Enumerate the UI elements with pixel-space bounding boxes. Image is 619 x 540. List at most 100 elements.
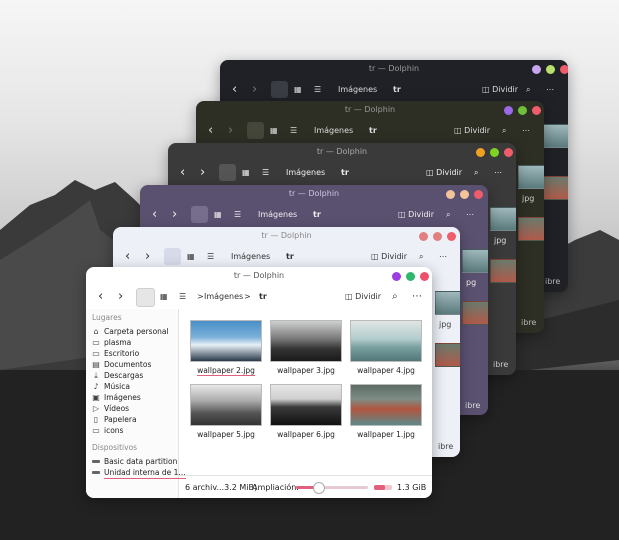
details-view-icon[interactable]: ☰ xyxy=(290,123,297,139)
close-button[interactable] xyxy=(474,190,483,199)
forward-button[interactable]: › xyxy=(228,123,233,139)
partial-thumbnail[interactable] xyxy=(462,301,488,325)
close-button[interactable] xyxy=(420,272,429,281)
sidebar-item[interactable]: Basic data partition xyxy=(92,456,177,467)
search-icon[interactable]: ⌕ xyxy=(446,207,450,223)
file-view[interactable]: wallpaper 2.jpg wallpaper 3.jpg wallpape… xyxy=(178,309,432,482)
search-icon[interactable]: ⌕ xyxy=(502,123,506,139)
search-icon[interactable]: ⌕ xyxy=(526,82,530,98)
icons-view-button[interactable] xyxy=(191,206,208,223)
breadcrumb-parent[interactable]: Imágenes xyxy=(231,249,270,265)
sidebar-item[interactable]: ▭ icons xyxy=(92,425,123,436)
sidebar-item[interactable]: ▤ Documentos xyxy=(92,359,151,370)
menu-icon[interactable]: ⋯ xyxy=(439,249,447,265)
maximize-button[interactable] xyxy=(406,272,415,281)
minimize-button[interactable] xyxy=(419,232,428,241)
breadcrumb-parent[interactable]: Imágenes xyxy=(258,207,297,223)
sidebar-item[interactable]: ▯ Papelera xyxy=(92,414,137,425)
split-button[interactable]: ◫ Dividir xyxy=(345,289,381,305)
details-view-icon[interactable]: ☰ xyxy=(314,82,321,98)
partial-thumbnail[interactable] xyxy=(435,343,460,367)
split-button[interactable]: ◫ Dividir xyxy=(398,207,434,223)
minimize-button[interactable] xyxy=(446,190,455,199)
menu-icon[interactable]: ⋯ xyxy=(522,123,530,139)
minimize-button[interactable] xyxy=(392,272,401,281)
compact-view-icon[interactable]: ▦ xyxy=(242,165,250,181)
icons-view-button[interactable] xyxy=(247,122,264,139)
details-view-icon[interactable]: ☰ xyxy=(207,249,214,265)
breadcrumb-current[interactable]: tr xyxy=(341,165,349,181)
breadcrumb-parent[interactable]: Imágenes xyxy=(338,82,377,98)
zoom-slider[interactable] xyxy=(296,482,368,494)
forward-button[interactable]: › xyxy=(252,82,257,98)
partial-thumbnail[interactable] xyxy=(490,207,516,231)
search-icon[interactable]: ⌕ xyxy=(419,249,423,265)
icons-view-button[interactable] xyxy=(219,164,236,181)
sidebar-item[interactable]: ▷ Vídeos xyxy=(92,403,129,414)
partial-thumbnail[interactable] xyxy=(542,124,568,148)
sidebar-item[interactable]: ▭ Escritorio xyxy=(92,348,139,359)
minimize-button[interactable] xyxy=(532,65,541,74)
breadcrumb-current[interactable]: tr xyxy=(313,207,321,223)
breadcrumb-parent[interactable]: Imágenes xyxy=(314,123,353,139)
details-view-icon[interactable]: ☰ xyxy=(262,165,269,181)
file-item[interactable]: wallpaper 1.jpg xyxy=(350,384,422,439)
maximize-button[interactable] xyxy=(433,232,442,241)
compact-view-icon[interactable]: ▦ xyxy=(214,207,222,223)
back-button[interactable]: ‹ xyxy=(152,207,157,223)
back-button[interactable]: ‹ xyxy=(98,289,103,305)
breadcrumb-parent[interactable]: Imágenes xyxy=(204,289,243,305)
menu-icon[interactable]: ⋯ xyxy=(494,165,502,181)
back-button[interactable]: ‹ xyxy=(180,165,185,181)
search-icon[interactable]: ⌕ xyxy=(392,289,398,305)
details-view-icon[interactable]: ☰ xyxy=(179,289,186,305)
file-item[interactable]: wallpaper 4.jpg xyxy=(350,320,422,375)
icons-view-button[interactable] xyxy=(271,81,288,98)
split-button[interactable]: ◫ Dividir xyxy=(454,123,490,139)
minimize-button[interactable] xyxy=(504,106,513,115)
details-view-icon[interactable]: ☰ xyxy=(234,207,241,223)
breadcrumb-current[interactable]: tr xyxy=(259,289,267,305)
partial-thumbnail[interactable] xyxy=(435,291,460,315)
icons-view-button[interactable] xyxy=(164,248,181,265)
split-button[interactable]: ◫ Dividir xyxy=(482,82,518,98)
file-item[interactable]: wallpaper 3.jpg xyxy=(270,320,342,375)
menu-icon[interactable]: ⋯ xyxy=(466,207,474,223)
free-space-label[interactable]: 1.3 GiB libre xyxy=(397,480,432,496)
menu-icon[interactable]: ⋯ xyxy=(546,82,554,98)
back-button[interactable]: ‹ xyxy=(125,249,130,265)
sidebar-item[interactable]: ▣ Imágenes xyxy=(92,392,141,403)
sidebar-item[interactable]: ⤓ Descargas xyxy=(92,370,143,381)
file-item[interactable]: wallpaper 5.jpg xyxy=(190,384,262,439)
breadcrumb-parent[interactable]: Imágenes xyxy=(286,165,325,181)
breadcrumb-current[interactable]: tr xyxy=(286,249,294,265)
forward-button[interactable]: › xyxy=(172,207,177,223)
close-button[interactable] xyxy=(504,148,513,157)
sidebar-item[interactable]: ⌂ Carpeta personal xyxy=(92,326,168,337)
zoom-slider-handle[interactable] xyxy=(312,482,325,494)
sidebar-item[interactable]: ▭ plasma xyxy=(92,337,131,348)
partial-thumbnail[interactable] xyxy=(518,217,544,241)
menu-icon[interactable]: ⋯ xyxy=(412,289,422,305)
split-button[interactable]: ◫ Dividir xyxy=(426,165,462,181)
back-button[interactable]: ‹ xyxy=(208,123,213,139)
file-item[interactable]: wallpaper 2.jpg xyxy=(190,320,262,376)
close-button[interactable] xyxy=(560,65,568,74)
maximize-button[interactable] xyxy=(490,148,499,157)
maximize-button[interactable] xyxy=(460,190,469,199)
forward-button[interactable]: › xyxy=(145,249,150,265)
dolphin-window-front[interactable]: tr — Dolphin ‹ › ▦ ☰ > Imágenes > tr ◫ D… xyxy=(86,267,432,498)
minimize-button[interactable] xyxy=(476,148,485,157)
compact-view-icon[interactable]: ▦ xyxy=(270,123,278,139)
close-button[interactable] xyxy=(532,106,541,115)
partial-thumbnail[interactable] xyxy=(462,249,488,273)
partial-thumbnail[interactable] xyxy=(518,165,544,189)
maximize-button[interactable] xyxy=(518,106,527,115)
partial-thumbnail[interactable] xyxy=(542,176,568,200)
compact-view-icon[interactable]: ▦ xyxy=(187,249,195,265)
forward-button[interactable]: › xyxy=(118,289,123,305)
back-button[interactable]: ‹ xyxy=(232,82,237,98)
partial-thumbnail[interactable] xyxy=(490,259,516,283)
compact-view-icon[interactable]: ▦ xyxy=(294,82,302,98)
split-button[interactable]: ◫ Dividir xyxy=(371,249,407,265)
